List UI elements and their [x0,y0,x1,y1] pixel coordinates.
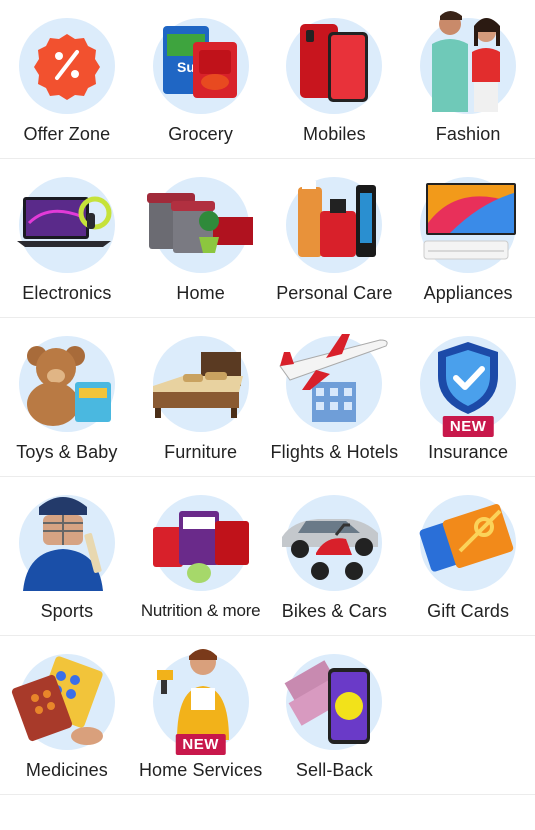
category-insurance[interactable]: NEW Insurance [401,318,535,476]
pills-icon [11,654,115,750]
category-label: Fashion [435,124,501,144]
cricket-icon [18,495,115,591]
category-furniture[interactable]: Furniture [134,318,268,476]
category-row: Offer Zone Su Grocery Mobiles Fashion [0,0,535,159]
category-bikes-cars[interactable]: Bikes & Cars [268,477,402,635]
category-row: Toys & Baby Furniture Flights & Hotels N… [0,318,535,477]
category-label: Offer Zone [23,124,111,144]
tv-icon [420,177,517,273]
category-label: Nutrition & more [140,601,261,620]
airplane-icon [279,334,388,432]
category-appliances[interactable]: Appliances [401,159,535,317]
category-label: Personal Care [276,283,393,303]
category-row: Sports Nutrition & more Bikes & Cars Gif… [0,477,535,636]
category-medicines[interactable]: Medicines [0,636,134,794]
grocery-icon: Su [152,18,249,114]
category-sell-back[interactable]: Sell-Back [268,636,402,794]
category-label: Appliances [423,283,513,303]
category-home-services[interactable]: NEW Home Services [134,636,268,794]
category-label: Sports [40,601,94,621]
new-badge: NEW [442,416,494,437]
category-label: Bikes & Cars [281,601,387,621]
drill-worker-icon: NEW [152,649,249,755]
category-row: Electronics Home Personal Care Appliance… [0,159,535,318]
vehicle-icon [282,495,383,591]
category-personal-care[interactable]: Personal Care [268,159,402,317]
category-label: Furniture [164,442,238,462]
category-grid: Offer Zone Su Grocery Mobiles Fashion El… [0,0,535,829]
category-label: Flights & Hotels [270,442,399,462]
category-flights-hotels[interactable]: Flights & Hotels [268,318,402,476]
category-label: Gift Cards [427,601,510,621]
gift-card-icon [419,495,517,591]
category-label: Insurance [428,442,509,462]
category-nutrition[interactable]: Nutrition & more [134,477,268,635]
bottom-spacer [0,795,535,829]
category-home[interactable]: Home [134,159,268,317]
category-label: Toys & Baby [16,442,118,462]
nutrition-icon [152,495,249,591]
category-label: Electronics [22,283,112,303]
home-icon [146,177,253,273]
category-mobiles[interactable]: Mobiles [268,0,402,158]
category-toys-baby[interactable]: Toys & Baby [0,318,134,476]
category-label: Home [176,283,225,303]
svg-text:Su: Su [177,59,195,75]
category-fashion[interactable]: Fashion [401,0,535,158]
sell-back-phone-icon [284,654,383,750]
category-label: Sell-Back [295,760,373,780]
fashion-icon [420,11,517,114]
shield-icon: NEW [420,336,517,437]
empty-cell [401,636,535,794]
category-sports[interactable]: Sports [0,477,134,635]
mobiles-icon [286,18,383,114]
category-label: Home Services [138,760,263,780]
category-grocery[interactable]: Su Grocery [134,0,268,158]
category-label: Grocery [168,124,233,144]
offer-percent-icon [18,18,115,114]
category-label: Medicines [25,760,108,780]
category-row: Medicines NEW Home Services Sell-Back [0,636,535,795]
category-electronics[interactable]: Electronics [0,159,134,317]
category-gift-cards[interactable]: Gift Cards [401,477,535,635]
laptop-icon [16,177,115,273]
category-offer-zone[interactable]: Offer Zone [0,0,134,158]
new-badge: NEW [175,734,226,755]
category-label: Mobiles [303,124,366,144]
teddy-bear-icon [18,336,115,432]
personal-care-icon [286,177,383,273]
bed-icon [152,336,249,432]
